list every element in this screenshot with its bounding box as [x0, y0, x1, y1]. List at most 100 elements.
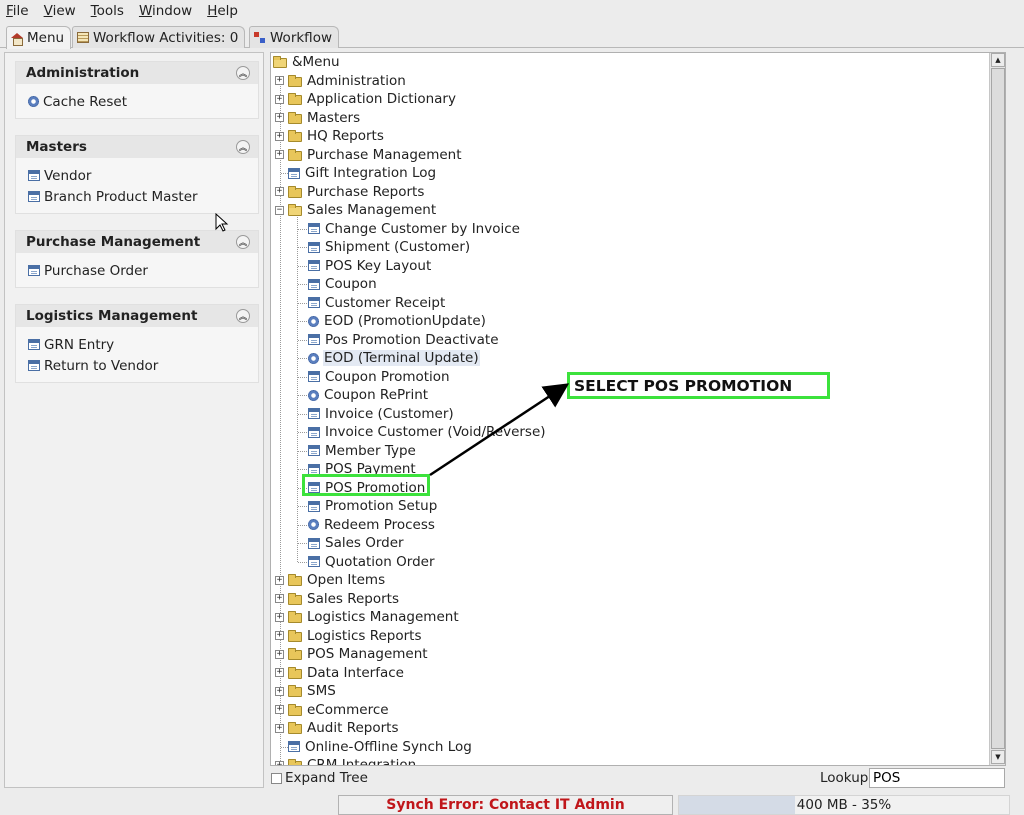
favorite-item-return-to-vendor[interactable]: Return to Vendor: [28, 355, 258, 376]
favorite-item-grn-entry[interactable]: GRN Entry: [28, 334, 258, 355]
tree-node-change-customer-by-invoice[interactable]: Change Customer by Invoice: [308, 220, 521, 239]
menu-window[interactable]: Window: [139, 3, 192, 19]
tree-node-invoice-customer-void-reverse[interactable]: Invoice Customer (Void/Reverse): [308, 423, 547, 442]
folder-icon: [288, 648, 302, 661]
tree-node-sms[interactable]: + SMS: [275, 682, 337, 701]
group-header[interactable]: Administration ︽: [16, 62, 258, 84]
tree-node-label: POS Key Layout: [325, 257, 432, 274]
scroll-up-icon[interactable]: ▲: [991, 53, 1005, 67]
menu-tools[interactable]: Tools: [91, 3, 124, 19]
lookup-input[interactable]: [869, 768, 1005, 788]
tree-node-promotion-setup[interactable]: Promotion Setup: [308, 497, 438, 516]
tree-node-label: Coupon: [325, 276, 377, 293]
expand-icon[interactable]: +: [275, 705, 284, 715]
synch-error-status[interactable]: Synch Error: Contact IT Admin: [338, 795, 673, 815]
process-icon: [28, 96, 39, 107]
expand-icon[interactable]: +: [275, 723, 284, 733]
collapse-icon[interactable]: ︽: [236, 66, 250, 80]
expand-icon[interactable]: +: [275, 686, 284, 696]
favorites-panel: Administration ︽ Cache Reset Masters ︽ V…: [4, 52, 264, 788]
tree-node-sales-order[interactable]: Sales Order: [308, 534, 405, 553]
tree-node-pos-management[interactable]: + POS Management: [275, 645, 429, 664]
tree-node-online-offline-synch-log[interactable]: Online-Offline Synch Log: [275, 738, 473, 757]
tree-node-logistics-management[interactable]: + Logistics Management: [275, 608, 460, 627]
expand-icon[interactable]: +: [275, 187, 284, 197]
expand-icon[interactable]: +: [275, 131, 284, 141]
tab-menu[interactable]: Menu: [6, 26, 72, 49]
tree-node-eod-promotionupdate[interactable]: EOD (PromotionUpdate): [308, 312, 487, 331]
expand-icon[interactable]: +: [275, 76, 284, 86]
collapse-icon[interactable]: ︽: [236, 140, 250, 154]
expand-icon[interactable]: +: [275, 612, 284, 622]
tab-workflow[interactable]: Workflow: [249, 26, 339, 48]
scroll-down-icon[interactable]: ▼: [991, 750, 1005, 764]
tree-node-eod-terminal-update[interactable]: EOD (Terminal Update): [308, 349, 480, 368]
vertical-scrollbar[interactable]: ▲ ▼: [989, 53, 1005, 765]
favorite-item-label: Vendor: [44, 167, 92, 184]
tree-node-shipment-customer[interactable]: Shipment (Customer): [308, 238, 471, 257]
expand-icon[interactable]: +: [275, 649, 284, 659]
favorite-item-purchase-order[interactable]: Purchase Order: [28, 260, 258, 281]
checkbox-icon[interactable]: [271, 772, 282, 784]
window-icon: [28, 360, 40, 371]
tree-node-invoice-customer[interactable]: Invoice (Customer): [308, 405, 455, 424]
menu-help[interactable]: Help: [207, 3, 238, 19]
tree-node-ecommerce[interactable]: + eCommerce: [275, 701, 390, 720]
tree-node-sales-reports[interactable]: + Sales Reports: [275, 590, 400, 609]
tree-node-label: Sales Management: [307, 202, 437, 219]
group-header[interactable]: Masters ︽: [16, 136, 258, 158]
tree-node-sales-management[interactable]: − Sales Management: [275, 201, 437, 220]
tree-node-purchase-management[interactable]: + Purchase Management: [275, 146, 463, 165]
memory-indicator[interactable]: 400 MB - 35%: [678, 795, 1010, 815]
group-masters: Masters ︽ Vendor Branch Product Master: [15, 135, 259, 214]
folder-icon: [288, 148, 302, 161]
tree-node-data-interface[interactable]: + Data Interface: [275, 664, 405, 683]
tree-node-administration[interactable]: + Administration: [275, 72, 407, 91]
tree-node-purchase-reports[interactable]: + Purchase Reports: [275, 183, 425, 202]
expand-icon[interactable]: +: [275, 668, 284, 678]
expand-icon[interactable]: +: [275, 760, 284, 765]
group-header[interactable]: Logistics Management ︽: [16, 305, 258, 327]
process-icon: [308, 352, 319, 364]
tree-node-redeem-process[interactable]: Redeem Process: [308, 516, 436, 535]
workflow-icon: [254, 31, 266, 44]
collapse-icon[interactable]: ︽: [236, 309, 250, 323]
tree-node-quotation-order[interactable]: Quotation Order: [308, 553, 436, 572]
expand-tree-checkbox[interactable]: Expand Tree: [271, 769, 368, 787]
window-icon: [308, 260, 320, 272]
expand-icon[interactable]: +: [275, 631, 284, 641]
tree-node-coupon-reprint[interactable]: Coupon RePrint: [308, 386, 429, 405]
tree-node-coupon-promotion[interactable]: Coupon Promotion: [308, 368, 451, 387]
expand-icon[interactable]: +: [275, 113, 284, 123]
tree-root[interactable]: &Menu: [273, 53, 341, 72]
collapse-icon[interactable]: −: [275, 205, 284, 215]
tree-node-open-items[interactable]: + Open Items: [275, 571, 386, 590]
scrollbar-thumb[interactable]: [991, 68, 1005, 749]
tree-node-audit-reports[interactable]: + Audit Reports: [275, 719, 399, 738]
tab-workflow-activities[interactable]: Workflow Activities: 0: [72, 26, 246, 48]
collapse-icon[interactable]: ︽: [236, 235, 250, 249]
tree-node-pos-promotion-deactivate[interactable]: Pos Promotion Deactivate: [308, 331, 500, 350]
tree-node-application-dictionary[interactable]: + Application Dictionary: [275, 90, 457, 109]
tree-node-gift-integration-log[interactable]: Gift Integration Log: [275, 164, 437, 183]
favorite-item-branch-product-master[interactable]: Branch Product Master: [28, 186, 258, 207]
expand-icon[interactable]: +: [275, 150, 284, 160]
tree-node-pos-key-layout[interactable]: POS Key Layout: [308, 257, 432, 276]
tree-node-customer-receipt[interactable]: Customer Receipt: [308, 294, 446, 313]
favorite-item-cache-reset[interactable]: Cache Reset: [28, 91, 258, 112]
menu-view[interactable]: View: [44, 3, 76, 19]
menu-file[interactable]: File: [6, 3, 29, 19]
group-purchase-management: Purchase Management ︽ Purchase Order: [15, 230, 259, 288]
tree-node-masters[interactable]: + Masters: [275, 109, 361, 128]
favorite-item-vendor[interactable]: Vendor: [28, 165, 258, 186]
expand-icon[interactable]: +: [275, 594, 284, 604]
folder-icon: [288, 74, 302, 87]
tree-node-coupon[interactable]: Coupon: [308, 275, 378, 294]
tree-node-member-type[interactable]: Member Type: [308, 442, 417, 461]
tree-node-hq-reports[interactable]: + HQ Reports: [275, 127, 385, 146]
expand-icon[interactable]: +: [275, 94, 284, 104]
tree-node-crm-integration[interactable]: + CRM Integration: [275, 756, 417, 765]
tree-node-logistics-reports[interactable]: + Logistics Reports: [275, 627, 422, 646]
expand-icon[interactable]: +: [275, 575, 284, 585]
group-header[interactable]: Purchase Management ︽: [16, 231, 258, 253]
